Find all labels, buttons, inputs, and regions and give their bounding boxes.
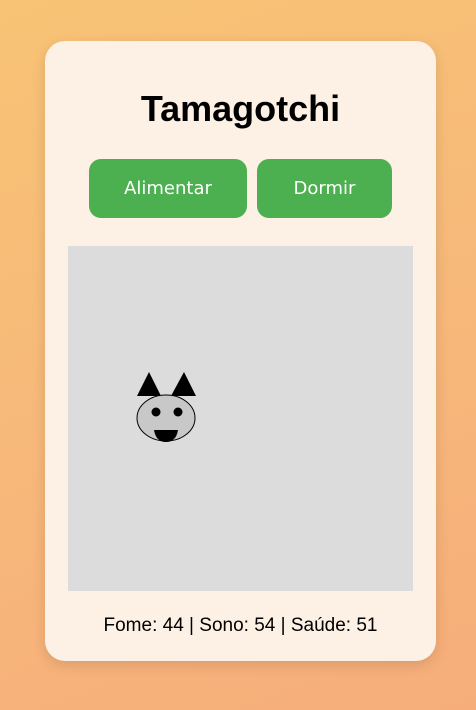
tamagotchi-card: Tamagotchi Alimentar Dormir Fome: 44 | S… (45, 41, 436, 661)
sleep-button[interactable]: Dormir (257, 159, 392, 218)
health-value: 51 (356, 615, 378, 636)
pet-canvas (136, 372, 196, 442)
cat-icon (136, 372, 196, 442)
left-eye (151, 407, 161, 417)
health-label: Saúde (290, 615, 346, 636)
sleep-label: Sono (199, 615, 244, 636)
left-ear (137, 372, 161, 396)
right-ear (171, 372, 196, 396)
hunger-label: Fome (103, 615, 153, 636)
right-eye (173, 407, 183, 417)
status-line: Fome: 44 | Sono: 54 | Saúde: 51 (103, 615, 378, 636)
hunger-value: 44 (162, 615, 184, 636)
pet-play-area (68, 246, 413, 591)
feed-button[interactable]: Alimentar (89, 159, 247, 218)
app-title: Tamagotchi (140, 88, 341, 129)
sleep-value: 54 (254, 615, 276, 636)
